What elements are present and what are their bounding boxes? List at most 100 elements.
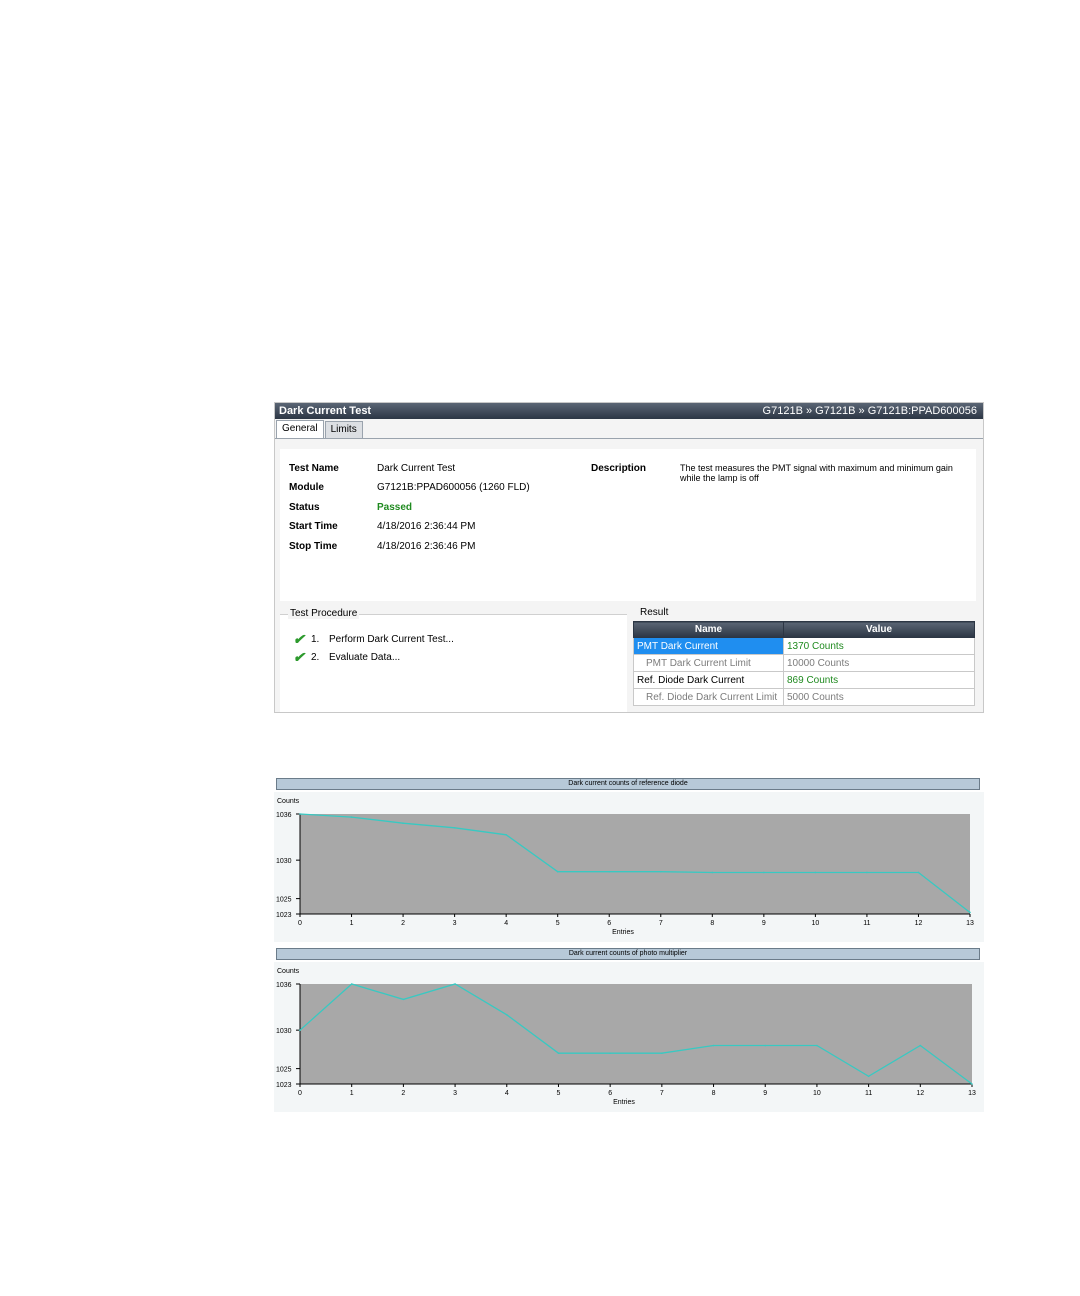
row-value: 869 Counts — [783, 671, 975, 689]
x-axis-label: Entries — [612, 929, 634, 936]
table-row[interactable]: Ref. Diode Dark Current Limit 5000 Count… — [633, 688, 975, 706]
column-header-name[interactable]: Name — [633, 621, 784, 638]
stop-time-value: 4/18/2016 2:36:46 PM — [377, 541, 476, 552]
x-tick-label: 8 — [710, 920, 714, 927]
x-tick-label: 4 — [505, 1090, 509, 1097]
x-tick-label: 12 — [915, 920, 923, 927]
y-axis-label: Counts — [277, 968, 300, 975]
row-value: 1370 Counts — [783, 637, 975, 655]
data-point — [350, 816, 353, 818]
step-text: Evaluate Data... — [329, 651, 401, 663]
y-tick-label: 1030 — [276, 1028, 292, 1035]
y-tick-label: 1025 — [276, 897, 292, 904]
x-tick-label: 0 — [298, 1090, 302, 1097]
data-point — [971, 1083, 973, 1085]
data-point — [557, 1052, 560, 1055]
x-tick-label: 0 — [298, 920, 302, 927]
data-point — [661, 1052, 663, 1055]
x-tick-label: 1 — [350, 920, 354, 927]
data-point — [763, 871, 765, 874]
start-time-value: 4/18/2016 2:36:44 PM — [377, 521, 476, 532]
data-point — [505, 1013, 508, 1016]
test-procedure-group: Test Procedure ✔ 1. Perform Dark Current… — [280, 608, 627, 712]
data-point — [453, 827, 456, 829]
checkmark-icon: ✔ — [293, 631, 305, 647]
row-value: 10000 Counts — [783, 654, 975, 672]
test-procedure-title: Test Procedure — [288, 608, 360, 619]
y-tick-label: 1025 — [276, 1067, 292, 1074]
data-point — [917, 871, 920, 874]
reference-diode-chart: Counts10231025103010360 1 2 3 4 5 6 7 8 9 10 11 12 13… — [274, 792, 984, 942]
row-value: 5000 Counts — [783, 688, 975, 706]
x-tick-label: 7 — [659, 920, 663, 927]
test-name-value: Dark Current Test — [377, 463, 456, 474]
x-tick-label: 5 — [556, 920, 560, 927]
x-tick-label: 7 — [660, 1090, 664, 1097]
x-tick-label: 3 — [453, 1090, 457, 1097]
data-point — [299, 813, 301, 815]
tab-strip: General Limits — [276, 420, 364, 438]
x-tick-label: 1 — [350, 1090, 354, 1097]
x-tick-label: 4 — [504, 920, 508, 927]
description-text: The test measures the PMT signal with ma… — [680, 463, 953, 483]
row-name: Ref. Diode Dark Current — [633, 671, 784, 689]
module-label: Module — [289, 482, 324, 493]
test-name-label: Test Name — [289, 463, 339, 474]
procedure-step[interactable]: ✔ 1. Perform Dark Current Test... — [293, 631, 454, 647]
table-row[interactable]: PMT Dark Current Limit 10000 Counts — [633, 654, 975, 672]
window-titlebar: Dark Current Test G7121B » G7121B » G712… — [275, 403, 983, 419]
x-tick-label: 13 — [968, 1090, 976, 1097]
data-point — [402, 822, 404, 825]
data-point — [814, 871, 817, 874]
data-point — [867, 1075, 870, 1078]
stop-time-label: Stop Time — [289, 541, 338, 552]
data-point — [969, 911, 971, 914]
result-title: Result — [638, 607, 671, 618]
x-tick-label: 6 — [608, 1090, 612, 1097]
y-tick-label: 1036 — [276, 982, 292, 989]
x-tick-label: 13 — [966, 920, 974, 927]
y-axis-label: Counts — [277, 798, 300, 805]
data-point — [608, 870, 611, 873]
data-point — [764, 1044, 767, 1047]
tab-divider — [275, 438, 983, 439]
table-row[interactable]: PMT Dark Current 1370 Counts — [633, 637, 975, 655]
step-text: Perform Dark Current Test... — [329, 633, 454, 645]
window-title: Dark Current Test — [279, 405, 372, 417]
x-axis-label: Entries — [613, 1099, 635, 1106]
data-point — [919, 1044, 922, 1047]
table-row[interactable]: Ref. Diode Dark Current 869 Counts — [633, 671, 975, 689]
module-value: G7121B:PPAD600056 (1260 FLD) — [377, 482, 530, 493]
chart-title-reference-diode: Dark current counts of reference diode — [276, 778, 980, 790]
x-tick-label: 11 — [863, 920, 870, 927]
x-tick-label: 9 — [763, 1090, 767, 1097]
tab-general[interactable]: General — [276, 420, 324, 438]
row-name: PMT Dark Current Limit — [633, 654, 784, 672]
dark-current-test-window: Dark Current Test G7121B » G7121B » G712… — [274, 402, 984, 713]
breadcrumb[interactable]: G7121B » G7121B » G7121B:PPAD600056 — [763, 405, 977, 417]
tab-limits[interactable]: Limits — [324, 421, 363, 438]
procedure-step[interactable]: ✔ 2. Evaluate Data... — [293, 650, 401, 664]
x-tick-label: 12 — [916, 1090, 924, 1097]
status-value: Passed — [377, 502, 413, 513]
data-point — [505, 833, 507, 836]
data-point — [556, 870, 559, 873]
result-group: Result Name Value PMT Dark Current 1370 … — [630, 607, 981, 712]
column-header-value[interactable]: Value — [783, 621, 975, 638]
data-point — [712, 1044, 715, 1047]
x-tick-label: 10 — [813, 1090, 821, 1097]
description-label: Description — [591, 463, 647, 474]
start-time-label: Start Time — [289, 521, 338, 532]
x-tick-label: 3 — [453, 920, 457, 927]
table-header-row: Name Value — [633, 621, 975, 638]
x-tick-label: 10 — [811, 920, 819, 927]
step-number: 1. — [311, 633, 320, 645]
y-tick-label: 1023 — [276, 1082, 292, 1089]
x-tick-label: 2 — [401, 1090, 405, 1097]
data-point — [609, 1052, 611, 1055]
x-tick-label: 8 — [712, 1090, 716, 1097]
x-tick-label: 6 — [607, 920, 611, 927]
data-point — [866, 871, 868, 874]
row-name: PMT Dark Current — [633, 637, 784, 655]
row-name: Ref. Diode Dark Current Limit — [633, 688, 784, 706]
